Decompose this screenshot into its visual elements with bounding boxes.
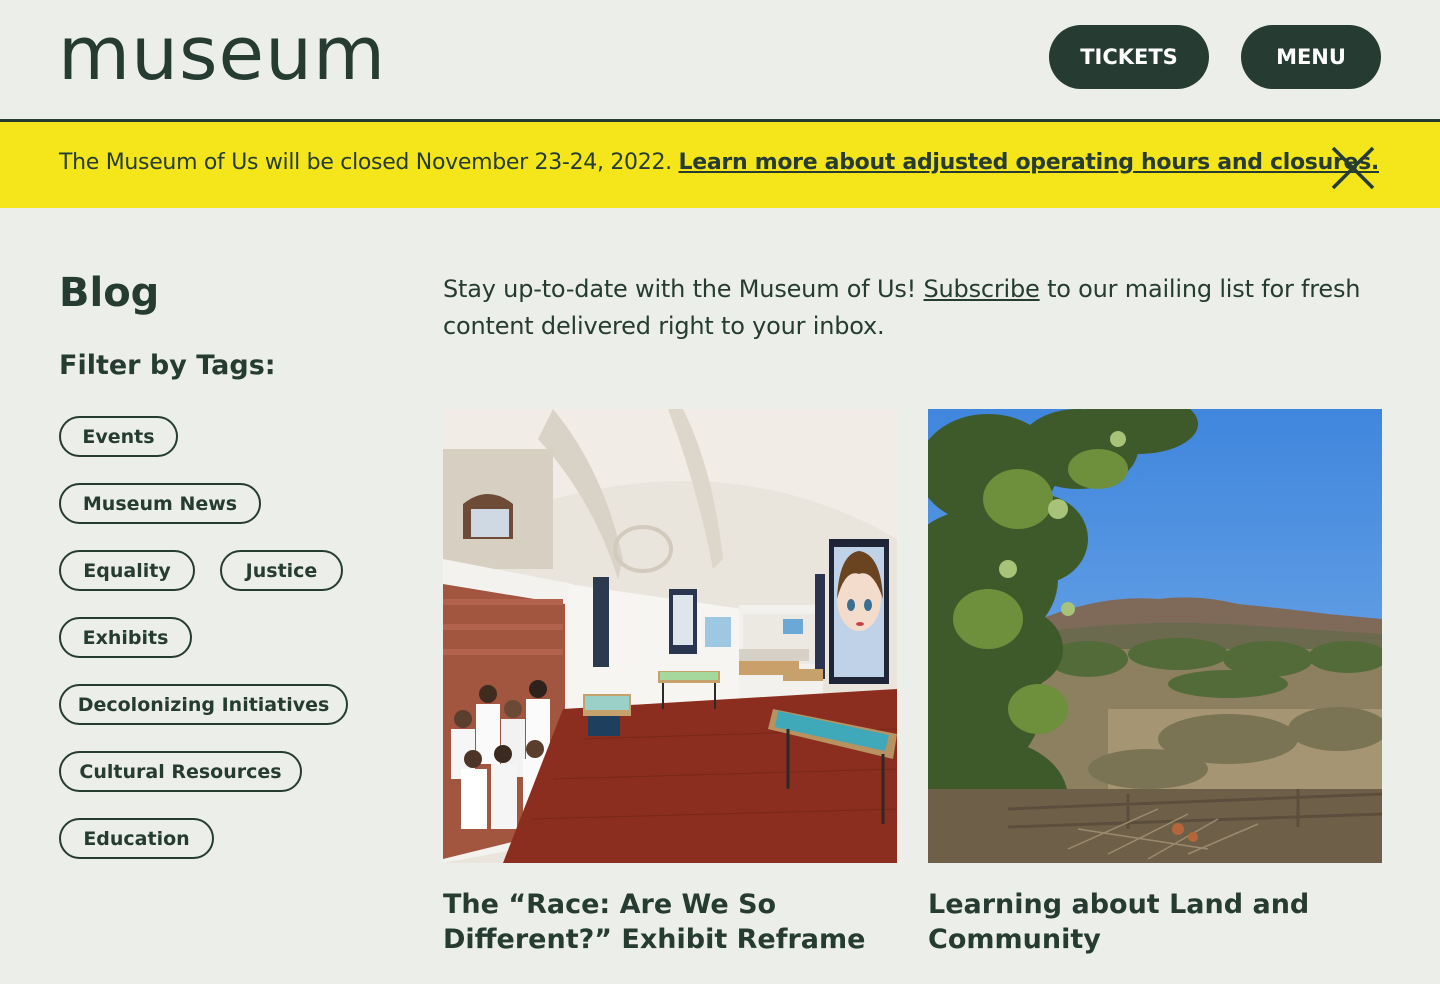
menu-button[interactable]: MENU — [1241, 25, 1381, 89]
intro-text-before: Stay up-to-date with the Museum of Us! — [443, 275, 917, 303]
tag-exhibits[interactable]: Exhibits — [59, 617, 192, 658]
post-title-race-exhibit[interactable]: The “Race: Are We So Different?” Exhibit… — [443, 887, 903, 957]
newsletter-intro: Stay up-to-date with the Museum of Us! S… — [443, 271, 1383, 345]
subscribe-link[interactable]: Subscribe — [924, 275, 1040, 303]
tag-decolonizing-initiatives[interactable]: Decolonizing Initiatives — [59, 684, 348, 725]
post-image-landscape[interactable] — [928, 409, 1382, 863]
museum-logo[interactable]: museum — [58, 14, 386, 94]
tag-equality[interactable]: Equality — [59, 550, 195, 591]
filter-heading: Filter by Tags: — [59, 350, 276, 381]
close-x-icon[interactable] — [1328, 143, 1378, 193]
site-header: museum TICKETS MENU — [0, 0, 1440, 119]
tag-events[interactable]: Events — [59, 416, 178, 457]
post-image-exhibit-hall[interactable] — [443, 409, 897, 863]
post-title-land-community[interactable]: Learning about Land and Community — [928, 887, 1388, 957]
tickets-button[interactable]: TICKETS — [1049, 25, 1209, 89]
tag-cultural-resources[interactable]: Cultural Resources — [59, 751, 302, 792]
tag-museum-news[interactable]: Museum News — [59, 483, 261, 524]
alert-text: The Museum of Us will be closed November… — [59, 150, 1379, 175]
page-title: Blog — [59, 270, 160, 316]
tag-justice[interactable]: Justice — [220, 550, 343, 591]
alert-message: The Museum of Us will be closed November… — [59, 150, 672, 175]
alert-learn-more-link[interactable]: Learn more about adjusted operating hour… — [679, 150, 1380, 175]
closure-alert-banner: The Museum of Us will be closed November… — [0, 119, 1440, 208]
tag-education[interactable]: Education — [59, 818, 214, 859]
